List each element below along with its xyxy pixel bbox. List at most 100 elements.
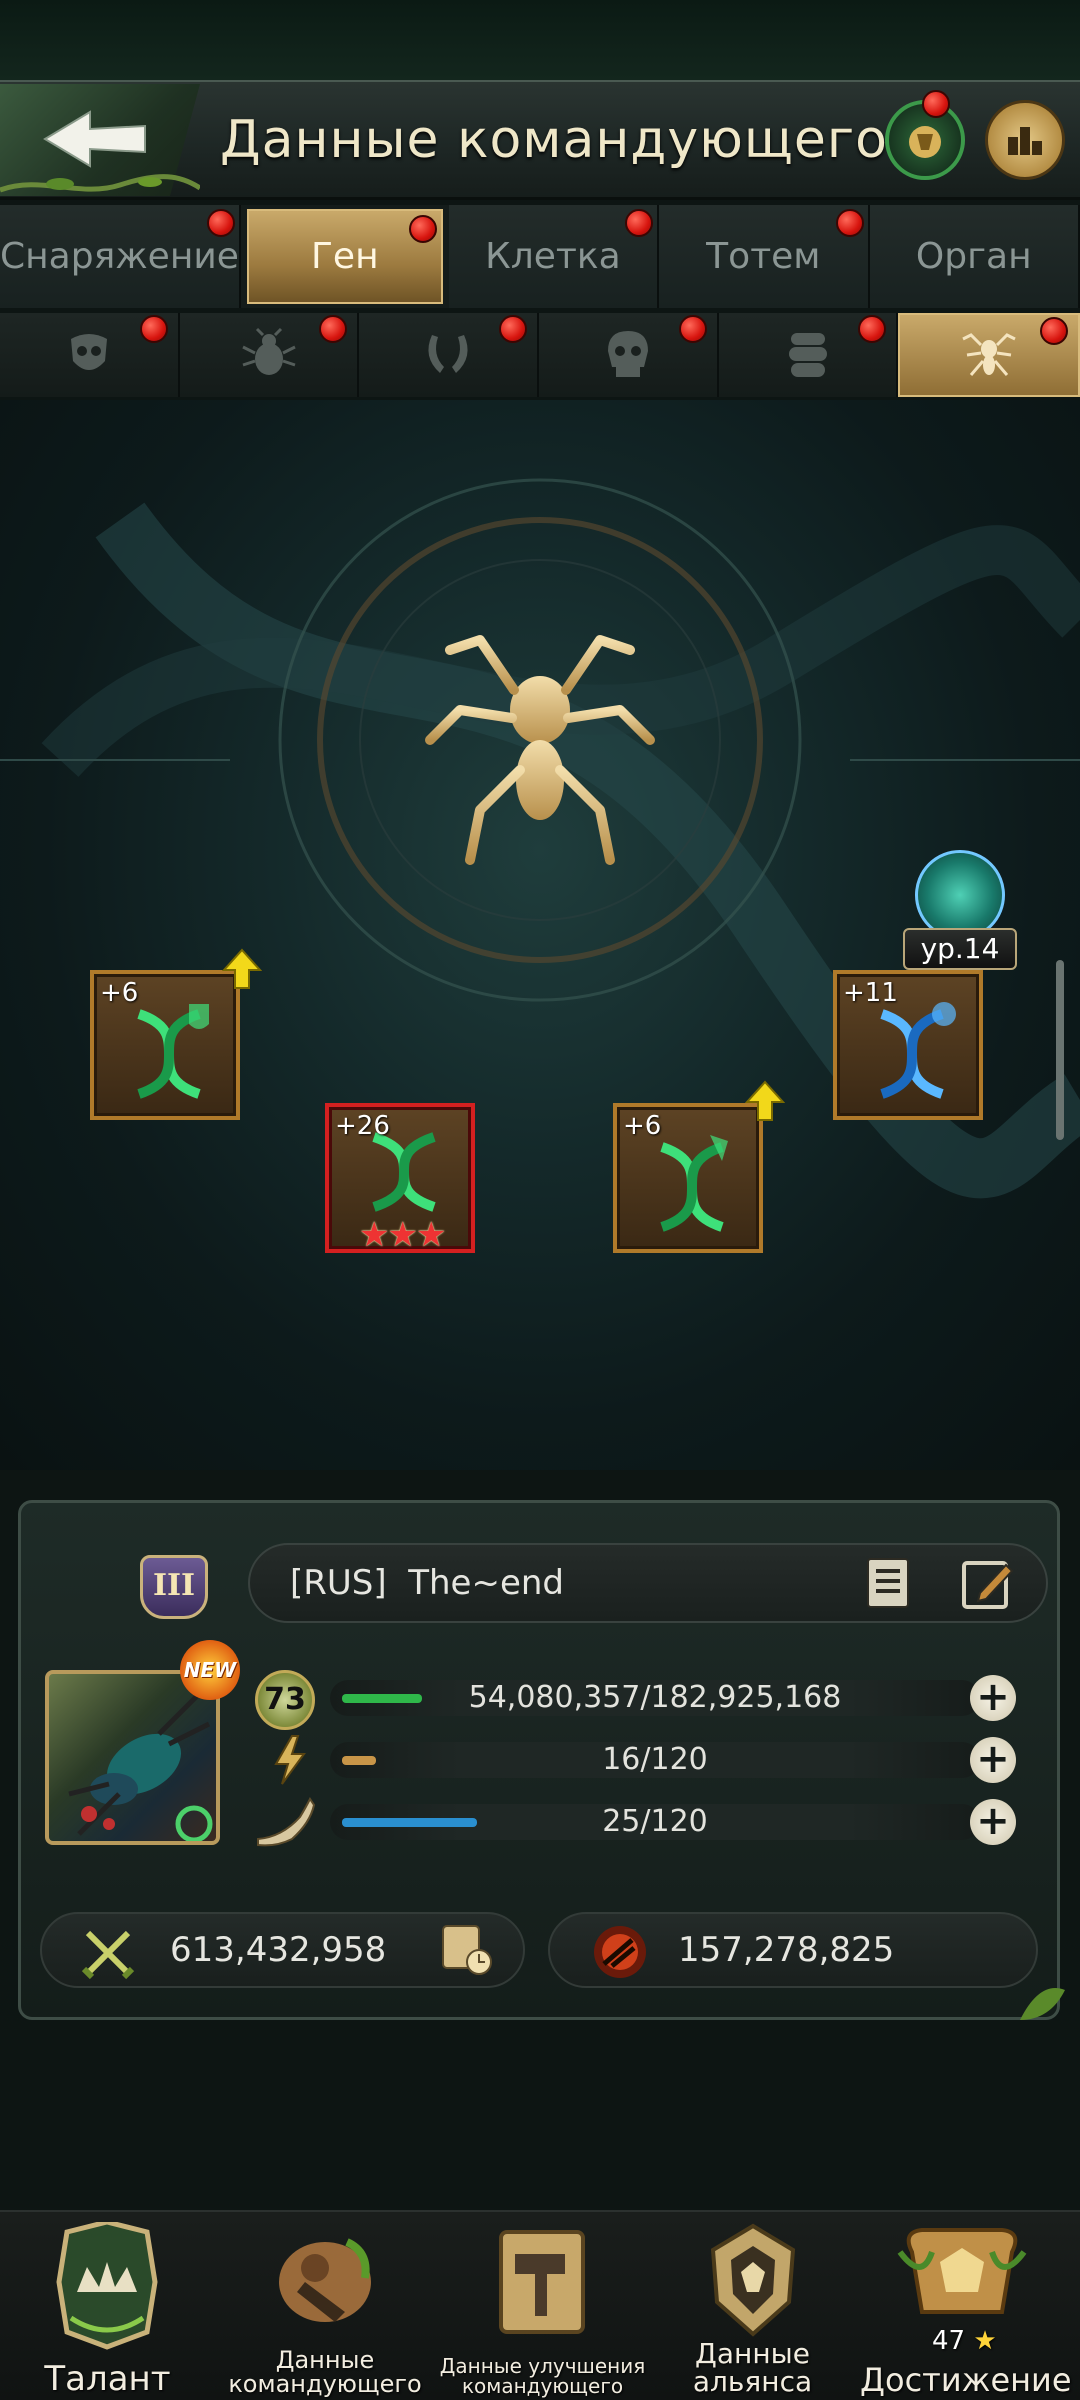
nav-label: Данные командующего — [228, 2346, 422, 2398]
notification-dot — [319, 315, 348, 343]
notification-dot — [625, 209, 654, 237]
subtab-insect-head[interactable] — [0, 313, 180, 397]
nav-alliance-data[interactable]: Данные альянса — [665, 2220, 840, 2400]
achievement-count: 47 ★ — [932, 2326, 997, 2356]
center-ant-icon — [425, 635, 655, 865]
gene-card[interactable]: +6 — [613, 1103, 763, 1253]
commander-avatar[interactable] — [45, 1670, 220, 1845]
ranking-button[interactable] — [985, 100, 1065, 180]
subtab-ant[interactable] — [898, 313, 1080, 397]
notification-dot — [858, 315, 887, 343]
green-dna-icon — [137, 1004, 209, 1099]
larva-icon — [788, 333, 827, 377]
power-value: 613,432,958 — [170, 1930, 387, 1970]
tab-label: Орган — [915, 236, 1032, 277]
achievement-trophy-icon — [897, 2228, 1027, 2314]
insect-head-icon — [70, 334, 107, 370]
blue-dna-icon — [880, 1002, 956, 1099]
insect-portrait-icon — [68, 1692, 213, 1841]
tab-organ[interactable]: Орган — [869, 205, 1080, 308]
green-dna-icon — [660, 1135, 728, 1232]
page-title: Данные командующего — [220, 110, 888, 170]
ant-icon — [962, 333, 1016, 376]
subtab-beetle[interactable] — [179, 313, 360, 397]
subtab-mandible[interactable] — [359, 313, 540, 397]
nav-label: Данные альянса — [692, 2337, 813, 2398]
notification-dot — [206, 209, 235, 237]
horn-bar: 25/120 — [330, 1804, 980, 1840]
gene-level-badge[interactable]: ур.14 — [895, 850, 1025, 975]
tab-gene[interactable]: Ген — [246, 209, 443, 304]
kills-value: 157,278,825 — [678, 1930, 895, 1970]
new-badge: NEW — [180, 1640, 240, 1700]
upgrade-arrow-icon — [745, 1080, 785, 1121]
rank-badge: III — [140, 1555, 208, 1619]
star-icon: ★ — [387, 1215, 418, 1255]
add-horn-button[interactable]: + — [970, 1799, 1016, 1845]
alliance-shield-icon — [710, 2223, 796, 2337]
nav-commander-data[interactable]: Данные командующего — [225, 2220, 425, 2400]
gene-bonus: +26 — [335, 1111, 390, 1141]
gene-level-label: ур.14 — [903, 928, 1017, 970]
top-strip — [0, 0, 1080, 80]
category-tabs: Снаряжение Ген Клетка Тотем Орган — [0, 205, 1080, 308]
gene-bonus: +6 — [100, 978, 139, 1008]
back-arrow-icon — [43, 110, 146, 168]
nav-label: Данные улучшения командующего — [439, 2354, 646, 2398]
edit-name-button[interactable] — [958, 1553, 1018, 1613]
vine-decoration — [0, 174, 200, 193]
experience-bar: 54,080,357/182,925,168 — [330, 1680, 980, 1716]
notification-dot — [835, 209, 864, 237]
nav-talent[interactable]: Талант — [20, 2220, 195, 2400]
nav-achievement[interactable]: Достижение — [860, 2220, 1072, 2400]
star-icon: ★ — [359, 1215, 390, 1255]
star-icon: ★ — [973, 2326, 997, 2356]
news-notification-dot — [922, 90, 950, 118]
notification-dot — [139, 315, 168, 343]
power-history-button[interactable] — [435, 1918, 495, 1978]
gene-card[interactable]: +11 — [833, 970, 983, 1120]
tab-label: Тотем — [706, 236, 821, 277]
subtab-larva[interactable] — [718, 313, 899, 397]
gene-display-area: ур.14 +6 +26 ★ ★ ★ +6 +11 — [0, 400, 1080, 1470]
energy-bar: 16/120 — [330, 1742, 980, 1778]
notification-dot — [678, 315, 707, 343]
notification-dot — [499, 315, 528, 343]
ranking-icon — [1008, 127, 1042, 155]
gene-slot-tabs — [0, 313, 1080, 397]
experience-value: 54,080,357/182,925,168 — [468, 1680, 842, 1715]
leaf-decoration — [1020, 1988, 1065, 2020]
subtab-skull[interactable] — [539, 313, 719, 397]
gene-card[interactable]: +26 ★ ★ ★ — [325, 1103, 475, 1255]
add-energy-button[interactable]: + — [970, 1737, 1016, 1783]
gene-bonus: +11 — [843, 978, 898, 1008]
crossed-swords-icon — [81, 1930, 135, 1980]
commander-level: 73 — [255, 1670, 315, 1730]
nav-label: Талант — [44, 2359, 171, 2399]
scrollbar[interactable] — [1056, 960, 1064, 1140]
horn-value: 25/120 — [602, 1804, 708, 1839]
dna-gem-icon — [915, 850, 1005, 940]
add-experience-button[interactable]: + — [970, 1675, 1016, 1721]
news-icon — [909, 126, 941, 158]
tab-label: Ген — [310, 236, 379, 277]
lightning-icon — [274, 1735, 306, 1785]
nav-upgrade-data[interactable]: Данные улучшения командующего — [435, 2220, 650, 2400]
tab-equipment[interactable]: Снаряжение — [0, 205, 241, 308]
skull-icon — [607, 331, 648, 377]
beetle-icon — [241, 327, 296, 375]
commander-data-icon — [279, 2238, 371, 2322]
document-list-icon — [867, 1558, 909, 1608]
upgrade-hammer-icon — [499, 2230, 585, 2334]
notification-dot — [408, 215, 437, 243]
achievement-count-value: 47 — [932, 2326, 966, 2356]
scroll-clock-icon — [442, 1925, 492, 1975]
tab-cell[interactable]: Клетка — [448, 205, 660, 308]
gene-bonus: +6 — [623, 1111, 662, 1141]
details-button[interactable] — [858, 1553, 918, 1613]
star-rating: ★ ★ ★ — [359, 1215, 446, 1255]
commander-name: [RUS] The~end — [290, 1563, 565, 1603]
tab-totem[interactable]: Тотем — [659, 205, 870, 308]
gene-card[interactable]: +6 — [90, 970, 240, 1120]
notification-dot — [1040, 317, 1069, 345]
